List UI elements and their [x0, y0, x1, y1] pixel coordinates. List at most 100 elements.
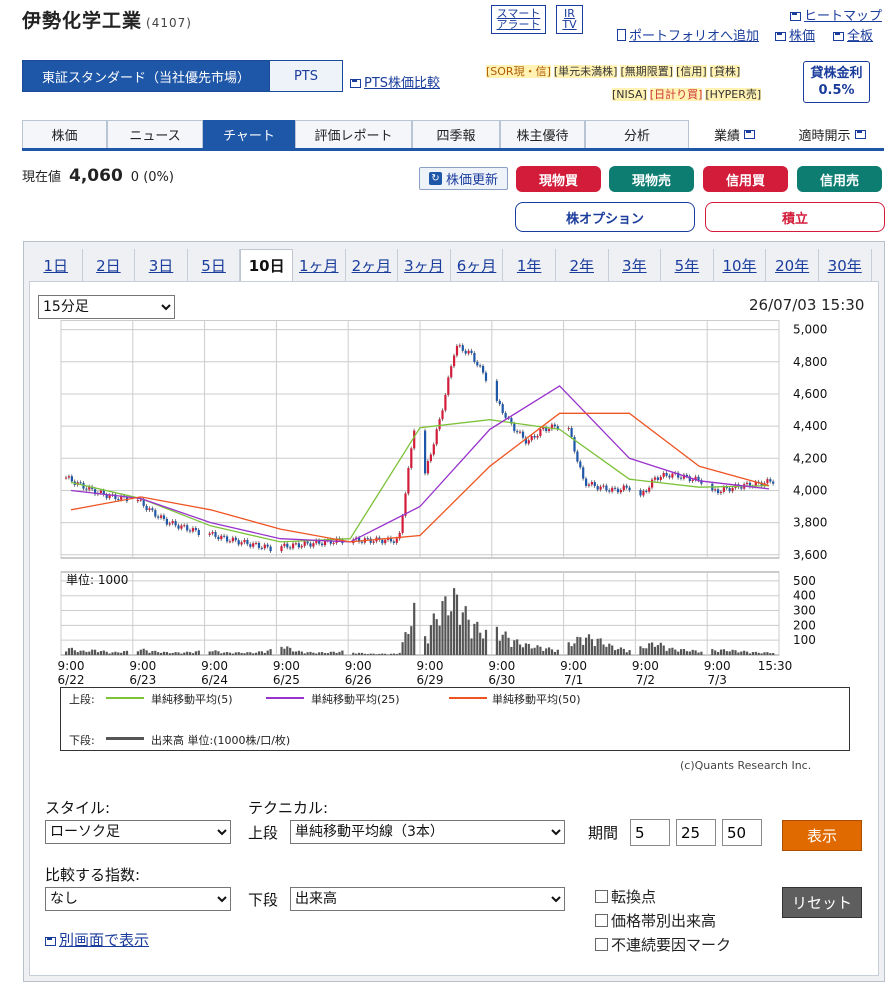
market-primary-tab[interactable]: 東証スタンダード（当社優先市場）	[23, 61, 269, 91]
period-tab[interactable]: 2日	[83, 249, 136, 281]
lending-rate-badge[interactable]: 貸株金利 0.5%	[803, 61, 870, 103]
volume-bar	[228, 652, 232, 655]
compare-select[interactable]: なし	[45, 887, 231, 911]
period-tab[interactable]: 1年	[503, 249, 556, 281]
tab-benefits[interactable]: 株主優待	[500, 120, 585, 148]
period-tab[interactable]: 3ヶ月	[398, 249, 451, 281]
discontinuity-mark-checkbox[interactable]: 不連続要因マーク	[595, 934, 731, 955]
candle-body	[145, 505, 148, 511]
period-tab[interactable]: 2ヶ月	[346, 249, 399, 281]
tab-report[interactable]: 評価レポート	[295, 120, 412, 148]
candle-body	[590, 482, 593, 485]
refresh-button[interactable]: ↻ 株価更新	[419, 167, 508, 190]
volume-bar	[96, 652, 100, 655]
portfolio-link[interactable]: ポートフォリオへ追加	[617, 25, 759, 44]
all-board-link[interactable]: 全板	[833, 25, 873, 44]
tab-chart[interactable]: チャート	[203, 120, 295, 148]
period-tab[interactable]: 10年	[714, 249, 767, 281]
period-input-2[interactable]	[676, 819, 716, 846]
period-tab[interactable]: 5日	[188, 249, 241, 281]
period-tab[interactable]: 1日	[30, 249, 83, 281]
legend-lower-label: 下段:	[69, 734, 95, 747]
period-input-3[interactable]	[722, 819, 762, 846]
upper-select[interactable]: 単純移動平均線（3本）	[290, 820, 565, 844]
candle-body	[413, 430, 416, 449]
style-select[interactable]: ローソク足	[45, 820, 231, 844]
pts-compare-link[interactable]: PTS株価比較	[350, 72, 440, 91]
period-tab[interactable]: 3日	[135, 249, 188, 281]
margin-sell-button[interactable]: 信用売	[797, 166, 882, 192]
candle-body	[148, 508, 151, 511]
volume-bar	[214, 650, 217, 655]
margin-buy-button[interactable]: 信用買	[703, 166, 788, 192]
tab-news[interactable]: ニュース	[107, 120, 203, 148]
candle-body	[280, 546, 283, 552]
volume-bar	[548, 647, 551, 655]
tab-analysis[interactable]: 分析	[585, 120, 689, 148]
cash-buy-button[interactable]: 現物買	[516, 166, 601, 192]
tab-earnings[interactable]: 業績	[689, 120, 783, 148]
checkbox-box[interactable]	[595, 938, 608, 951]
period-tab[interactable]: 6ヶ月	[451, 249, 504, 281]
period-tab[interactable]: 20年	[766, 249, 819, 281]
candle-body	[639, 490, 642, 496]
volume-bar	[731, 649, 734, 655]
reset-button[interactable]: リセット	[782, 887, 862, 918]
volume-bar	[94, 649, 97, 655]
period-tab[interactable]: 10日	[240, 249, 293, 281]
stock-price-link[interactable]: 株価	[775, 25, 815, 44]
market-pts-tab[interactable]: PTS	[269, 61, 342, 91]
candle-body	[392, 541, 395, 543]
heatmap-link[interactable]: ヒートマップ	[790, 5, 882, 24]
checkbox-box[interactable]	[595, 890, 608, 903]
period-tab[interactable]: 3年	[609, 249, 662, 281]
tab-shikiho[interactable]: 四季報	[412, 120, 500, 148]
candle-body	[728, 488, 731, 492]
volume-bar	[625, 652, 628, 655]
period-tab[interactable]: 30年	[819, 249, 872, 281]
compare-label: 比較する指数:	[45, 866, 141, 884]
volume-bar	[154, 650, 157, 655]
period-tab[interactable]: 5年	[661, 249, 714, 281]
show-button[interactable]: 表示	[782, 820, 862, 851]
candle-body	[180, 525, 183, 529]
period-tabs: 1日 2日 3日 5日 10日 1ヶ月 2ヶ月 3ヶ月 6ヶ月 1年 2年 3年 5年 10年 20年 30年	[30, 249, 872, 281]
stock-option-button[interactable]: 株オプション	[515, 202, 695, 232]
volume-profile-checkbox[interactable]: 価格帯別出来高	[595, 910, 716, 931]
volume-bar	[435, 619, 438, 655]
period-tab[interactable]: 2年	[556, 249, 609, 281]
volume-bar	[717, 651, 720, 655]
turning-point-checkbox[interactable]: 転換点	[595, 886, 656, 907]
candle-body	[501, 404, 504, 413]
checkbox-box[interactable]	[595, 914, 608, 927]
accumulate-button[interactable]: 積立	[705, 202, 885, 232]
price-tick-label: 4,800	[793, 355, 827, 369]
volume-bar	[378, 653, 381, 655]
candle-body	[426, 461, 430, 474]
ir-tv-link[interactable]: IR TV	[556, 5, 583, 34]
volume-bar	[197, 650, 200, 655]
tab-disclosure[interactable]: 適時開示	[783, 120, 884, 148]
lower-select[interactable]: 出来高	[290, 887, 565, 911]
tab-price[interactable]: 株価	[22, 120, 107, 148]
volume-bar	[234, 652, 237, 655]
period-tab[interactable]: 1ヶ月	[293, 249, 346, 281]
period-input-1[interactable]	[630, 819, 670, 846]
document-icon	[617, 29, 626, 41]
candle-body	[292, 543, 295, 549]
smart-alert-link[interactable]: スマート アラート	[491, 5, 546, 34]
candle-body	[530, 435, 533, 441]
separate-window-link[interactable]: 別画面で表示	[45, 929, 149, 950]
x-date-label: 6/23	[129, 673, 156, 687]
interval-select[interactable]: 15分足	[38, 295, 175, 319]
volume-bar	[384, 653, 387, 655]
candle-body	[593, 482, 596, 487]
tag: [NISA]	[612, 88, 647, 101]
volume-bar	[91, 649, 94, 655]
trading-tags-row1: [SOR現・信] [単元未満株] [無期限置] [信用] [貸株]	[486, 63, 743, 79]
cash-sell-button[interactable]: 現物売	[609, 166, 694, 192]
volume-bar	[728, 651, 731, 655]
candle-body	[482, 365, 485, 373]
volume-bar	[740, 651, 743, 655]
candle-body	[249, 544, 252, 547]
